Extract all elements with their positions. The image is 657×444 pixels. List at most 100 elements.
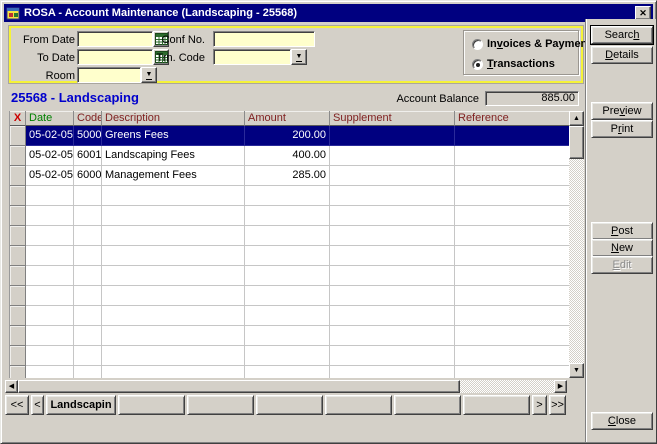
cell-reference <box>455 166 570 186</box>
dropdown-arrow-icon: ▼ <box>295 52 303 62</box>
tab-empty <box>118 395 185 415</box>
cell-empty <box>102 306 245 326</box>
cell-empty <box>74 306 102 326</box>
cell-empty <box>455 266 570 286</box>
cell-empty <box>245 286 330 306</box>
trn-code-input[interactable] <box>213 49 291 65</box>
radio-transactions-label: Transactions <box>487 58 555 70</box>
cell-empty <box>330 266 455 286</box>
table-row[interactable]: 05-02-05 5000 Greens Fees 200.00 <box>10 126 584 146</box>
row-selector <box>10 126 26 146</box>
empty-row <box>10 186 584 206</box>
row-selector <box>10 206 26 226</box>
window-title: ROSA - Account Maintenance (Landscaping … <box>24 7 298 19</box>
cell-empty <box>455 186 570 206</box>
cell-empty <box>455 306 570 326</box>
scroll-right-button[interactable]: ▶ <box>554 380 567 393</box>
down-arrow-icon: ▼ <box>573 367 580 374</box>
trn-code-dropdown-button[interactable]: ▼ <box>291 49 307 65</box>
horizontal-scroll-thumb[interactable] <box>18 380 460 393</box>
tab-scroll-next-button[interactable]: > <box>532 395 547 415</box>
tab-empty <box>394 395 461 415</box>
cell-empty <box>330 326 455 346</box>
details-button[interactable]: Details <box>591 46 653 64</box>
cell-reference <box>455 126 570 146</box>
dropdown-arrow-icon: ▼ <box>145 70 153 80</box>
vertical-scrollbar[interactable]: ▲ ▼ <box>569 111 584 378</box>
cell-empty <box>330 186 455 206</box>
scroll-up-button[interactable]: ▲ <box>569 111 584 126</box>
cell-code: 6000 <box>74 166 102 186</box>
row-selector <box>10 326 26 346</box>
cell-empty <box>26 186 74 206</box>
column-header-x: X <box>10 111 26 126</box>
filter-panel: From Date Conf No. To Date Trn. Code ▼ R… <box>8 25 597 84</box>
row-selector <box>10 186 26 206</box>
cell-empty <box>102 286 245 306</box>
grid-header: X Date Code Description Amount Supplemen… <box>10 111 584 126</box>
radio-invoices-payments-label: Invoices & Payments <box>487 38 598 50</box>
conf-no-input[interactable] <box>213 31 315 47</box>
preview-button[interactable]: Preview <box>591 102 653 120</box>
cell-empty <box>245 346 330 366</box>
room-input[interactable] <box>77 67 141 83</box>
cell-amount: 200.00 <box>245 126 330 146</box>
close-button[interactable]: Close <box>591 412 653 430</box>
cell-empty <box>455 226 570 246</box>
from-date-label: From Date <box>23 34 75 46</box>
tab-landscaping[interactable]: Landscapin <box>46 395 116 415</box>
cell-supplement <box>330 166 455 186</box>
table-row[interactable]: 05-02-05 6001 Landscaping Fees 400.00 <box>10 146 584 166</box>
room-dropdown-button[interactable]: ▼ <box>141 67 157 83</box>
column-header-amount: Amount <box>245 111 330 126</box>
cell-empty <box>102 226 245 246</box>
cell-empty <box>455 206 570 226</box>
tab-scroll-first-button[interactable]: << <box>5 395 29 415</box>
post-button[interactable]: Post <box>591 222 653 240</box>
vertical-scroll-thumb[interactable] <box>569 126 584 159</box>
cell-code: 6001 <box>74 146 102 166</box>
cell-empty <box>74 346 102 366</box>
tab-empty <box>325 395 392 415</box>
radio-transactions[interactable]: Transactions <box>472 58 555 70</box>
row-selector <box>10 246 26 266</box>
cell-empty <box>330 246 455 266</box>
column-header-description: Description <box>102 111 245 126</box>
empty-row <box>10 206 584 226</box>
cell-empty <box>26 226 74 246</box>
tab-scroll-last-button[interactable]: >> <box>549 395 566 415</box>
to-date-input[interactable] <box>77 49 153 65</box>
tab-strip: << < Landscapin > >> <box>5 395 566 415</box>
from-date-input[interactable] <box>77 31 153 47</box>
side-button-panel: Search Details Preview Print Post New Ed… <box>585 19 656 442</box>
scroll-down-button[interactable]: ▼ <box>569 363 584 378</box>
cell-empty <box>102 206 245 226</box>
radio-invoices-payments[interactable]: Invoices & Payments <box>472 38 597 50</box>
radio-checked-icon <box>472 58 483 70</box>
column-header-reference: Reference <box>455 111 570 126</box>
search-button[interactable]: Search <box>590 25 654 45</box>
cell-code: 5000 <box>74 126 102 146</box>
trn-code-label: Trn. Code <box>156 52 205 64</box>
column-header-supplement: Supplement <box>330 111 455 126</box>
right-arrow-icon: ▶ <box>557 383 564 390</box>
window-close-button[interactable]: ✕ <box>635 6 651 20</box>
print-button[interactable]: Print <box>591 120 653 138</box>
cell-empty <box>455 286 570 306</box>
cell-empty <box>102 266 245 286</box>
scroll-left-button[interactable]: ◀ <box>5 380 18 393</box>
cell-empty <box>74 246 102 266</box>
table-row[interactable]: 05-02-05 6000 Management Fees 285.00 <box>10 166 584 186</box>
cell-empty <box>102 246 245 266</box>
edit-button[interactable]: Edit <box>591 256 653 274</box>
grid-body: 05-02-05 5000 Greens Fees 200.00 05-02-0… <box>10 126 584 378</box>
horizontal-scrollbar[interactable]: ◀ ▶ <box>5 380 567 393</box>
cell-empty <box>26 346 74 366</box>
room-label: Room <box>45 70 75 82</box>
new-button[interactable]: New <box>591 239 653 257</box>
cell-empty <box>455 326 570 346</box>
tab-scroll-prev-button[interactable]: < <box>31 395 44 415</box>
cell-empty <box>74 226 102 246</box>
row-selector <box>10 346 26 366</box>
up-arrow-icon: ▲ <box>573 115 580 122</box>
